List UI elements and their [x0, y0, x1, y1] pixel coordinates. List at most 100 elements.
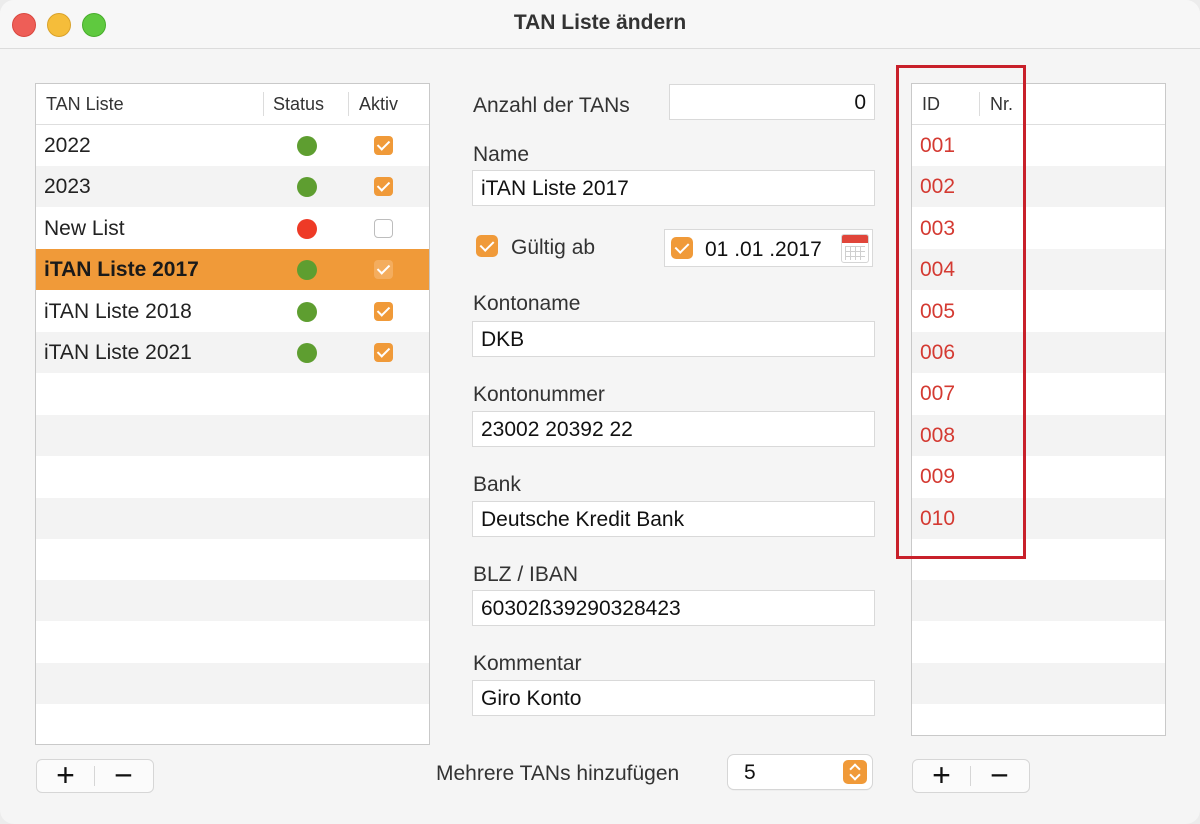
empty-table-row — [912, 622, 1165, 663]
status-indicator-icon — [297, 177, 317, 198]
add-tan-list-button[interactable]: + — [37, 759, 94, 792]
table-row[interactable]: iTAN Liste 2021 — [36, 332, 429, 373]
valid-from-date-value[interactable]: 01 .01 .2017 — [705, 238, 822, 262]
column-header-id[interactable]: ID — [922, 94, 940, 115]
tan-list-table-header: TAN Liste Status Aktiv — [36, 84, 429, 125]
active-checkbox[interactable] — [374, 260, 393, 280]
active-checkbox[interactable] — [374, 177, 393, 197]
empty-table-row — [36, 705, 429, 744]
status-indicator-icon — [297, 260, 317, 281]
valid-from-checkbox[interactable] — [476, 235, 498, 257]
table-row[interactable]: 008 — [912, 414, 1165, 456]
tan-id: 001 — [920, 134, 956, 157]
tan-id: 005 — [920, 299, 956, 323]
comment-field[interactable]: Giro Konto — [473, 681, 874, 715]
tan-edit-window: TAN Liste ändern TAN Liste Status Aktiv … — [0, 0, 1200, 824]
empty-table-row — [36, 663, 429, 705]
empty-table-row — [36, 539, 429, 580]
empty-table-row — [36, 622, 429, 663]
account-name-label: Kontoname — [473, 292, 581, 315]
tan-id: 007 — [920, 382, 956, 406]
add-tan-entry-button[interactable]: + — [913, 759, 970, 792]
column-header-nr[interactable]: Nr. — [990, 94, 1013, 115]
table-row[interactable]: 009 — [912, 456, 1165, 497]
add-multiple-tans-popup[interactable]: 5 — [728, 755, 872, 789]
account-number-field[interactable]: 23002 20392 22 — [473, 412, 874, 446]
column-header-aktiv[interactable]: Aktiv — [359, 94, 398, 115]
bank-field[interactable]: Deutsche Kredit Bank — [473, 502, 874, 536]
active-checkbox[interactable] — [374, 218, 393, 238]
window-title: TAN Liste ändern — [513, 11, 687, 34]
empty-table-row — [912, 663, 1165, 705]
column-header-tan-liste[interactable]: TAN Liste — [46, 94, 124, 115]
tan-list-add-remove-control: + − — [36, 759, 154, 793]
tan-id: 008 — [920, 423, 956, 447]
column-separator — [348, 92, 349, 116]
table-row[interactable]: 010 — [912, 497, 1165, 539]
comment-label: Kommentar — [473, 652, 582, 675]
empty-table-row — [912, 539, 1165, 580]
blz-iban-label: BLZ / IBAN — [473, 563, 579, 586]
account-name-field[interactable]: DKB — [473, 322, 874, 356]
table-row[interactable]: 007 — [912, 373, 1165, 414]
status-indicator-icon — [297, 218, 317, 239]
status-indicator-icon — [297, 301, 317, 322]
table-row[interactable]: 002 — [912, 166, 1165, 208]
table-row[interactable]: 001 — [912, 125, 1165, 166]
table-row[interactable]: iTAN Liste 2018 — [36, 291, 429, 332]
tan-id: 010 — [920, 506, 956, 530]
name-field[interactable]: iTAN Liste 2017 — [473, 171, 874, 205]
valid-from-date-picker[interactable]: 01 .01 .2017 — [665, 230, 872, 266]
tan-id: 006 — [920, 341, 956, 364]
tan-list-name: iTAN Liste 2017 — [44, 258, 199, 282]
active-checkbox[interactable] — [374, 343, 393, 362]
remove-tan-list-button[interactable]: − — [95, 759, 152, 792]
chevron-up-down-icon[interactable] — [843, 760, 867, 784]
tan-entries-table[interactable]: ID Nr. 001 002 003 004 005 006 007 008 009 010 — [911, 83, 1166, 736]
table-row[interactable]: 005 — [912, 291, 1165, 332]
table-row[interactable]: 004 — [912, 249, 1165, 291]
table-row[interactable]: iTAN Liste 2017 — [36, 249, 429, 291]
tan-entries-table-header: ID Nr. — [912, 84, 1165, 125]
bank-label: Bank — [473, 473, 521, 496]
calendar-icon-header — [842, 235, 868, 243]
status-indicator-icon — [297, 343, 317, 363]
tan-id: 003 — [920, 216, 956, 240]
tan-count-label: Anzahl der TANs — [473, 94, 630, 117]
tan-count-field[interactable]: 0 — [670, 85, 874, 119]
tan-id: 009 — [920, 465, 956, 489]
empty-table-row — [36, 414, 429, 456]
calendar-icon[interactable] — [841, 234, 869, 263]
table-row[interactable]: 2022 — [36, 125, 429, 166]
table-row[interactable]: 2023 — [36, 166, 429, 208]
tan-id: 004 — [920, 258, 956, 282]
tan-entries-add-remove-control: + − — [912, 759, 1030, 793]
column-separator — [979, 92, 980, 116]
title-bar: TAN Liste ändern — [0, 0, 1200, 49]
tan-list-name: iTAN Liste 2018 — [44, 299, 192, 323]
table-row[interactable]: 003 — [912, 208, 1165, 249]
remove-tan-entry-button[interactable]: − — [971, 759, 1028, 792]
name-label: Name — [473, 143, 530, 166]
add-multiple-tans-value[interactable]: 5 — [744, 761, 756, 785]
blz-iban-field[interactable]: 60302ß39290328423 — [473, 591, 874, 625]
table-row[interactable]: 006 — [912, 332, 1165, 373]
empty-table-row — [36, 373, 429, 414]
tan-id: 002 — [920, 175, 956, 199]
calendar-icon-grid — [845, 246, 865, 260]
column-header-status[interactable]: Status — [273, 94, 324, 115]
account-number-label: Kontonummer — [473, 383, 605, 406]
empty-table-row — [912, 580, 1165, 622]
tan-list-name: iTAN Liste 2021 — [44, 341, 192, 364]
tan-list-name: 2023 — [44, 175, 91, 199]
empty-table-row — [912, 705, 1165, 735]
empty-table-row — [36, 497, 429, 539]
table-row[interactable]: New List — [36, 208, 429, 249]
empty-table-row — [36, 456, 429, 497]
active-checkbox[interactable] — [374, 136, 393, 155]
tan-list-table[interactable]: TAN Liste Status Aktiv 2022 2023 New List i… — [35, 83, 430, 745]
tan-list-name: 2022 — [44, 134, 91, 157]
date-enabled-checkbox[interactable] — [671, 237, 693, 259]
valid-from-label: Gültig ab — [511, 236, 596, 259]
active-checkbox[interactable] — [374, 301, 393, 321]
